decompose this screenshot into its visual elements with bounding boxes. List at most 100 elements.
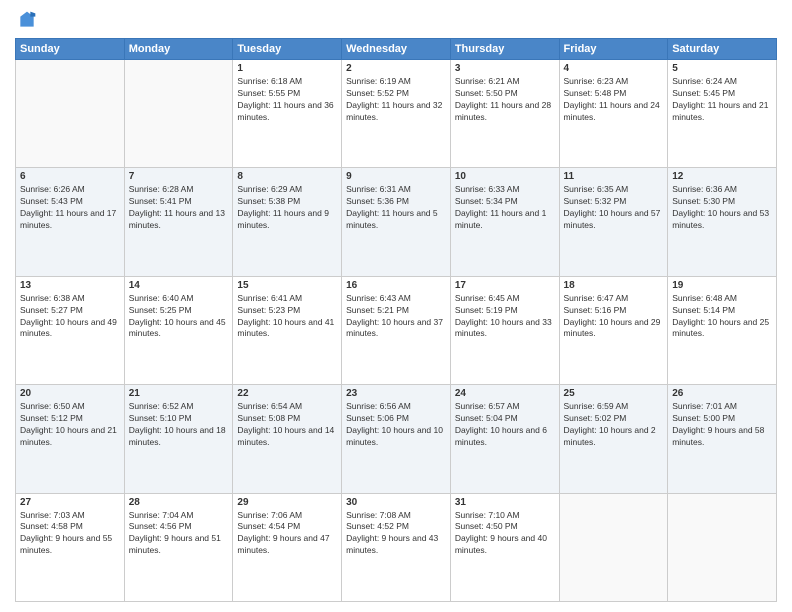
calendar-cell: 15 Sunrise: 6:41 AMSunset: 5:23 PMDayligh…: [233, 276, 342, 384]
calendar-cell: 8Sunrise: 6:29 AMSunset: 5:38 PMDaylight…: [233, 168, 342, 276]
day-info: Sunrise: 6:40 AMSunset: 5:25 PMDaylight:…: [129, 293, 229, 341]
day-number: 17: [455, 280, 555, 291]
weekday-header-row: SundayMondayTuesdayWednesdayThursdayFrid…: [16, 39, 777, 60]
day-info: Sunrise: 6:28 AMSunset: 5:41 PMDaylight:…: [129, 184, 229, 232]
calendar-cell: 28 Sunrise: 7:04 AMSunset: 4:56 PMDayligh…: [124, 493, 233, 601]
day-number: 18: [564, 280, 664, 291]
weekday-header-friday: Friday: [559, 39, 668, 60]
week-row-3: 13 Sunrise: 6:38 AMSunset: 5:27 PMDayligh…: [16, 276, 777, 384]
day-number: 19: [672, 280, 772, 291]
day-info: Sunrise: 6:26 AMSunset: 5:43 PMDaylight:…: [20, 184, 120, 232]
day-number: 7: [129, 171, 229, 182]
calendar-cell: 23 Sunrise: 6:56 AMSunset: 5:06 PMDayligh…: [342, 385, 451, 493]
day-info: Sunrise: 6:36 AMSunset: 5:30 PMDaylight:…: [672, 184, 772, 232]
week-row-4: 20Sunrise: 6:50 AMSunset: 5:12 PMDayligh…: [16, 385, 777, 493]
day-number: 22: [237, 388, 337, 399]
day-info: Sunrise: 6:31 AMSunset: 5:36 PMDaylight:…: [346, 184, 446, 232]
calendar-cell: 19 Sunrise: 6:48 AMSunset: 5:14 PMDayligh…: [668, 276, 777, 384]
day-number: 2: [346, 63, 446, 74]
day-info: Sunrise: 6:21 AMSunset: 5:50 PMDaylight:…: [455, 76, 555, 124]
day-info: Sunrise: 6:24 AMSunset: 5:45 PMDaylight:…: [672, 76, 772, 124]
day-number: 8: [237, 171, 337, 182]
day-number: 3: [455, 63, 555, 74]
day-number: 15: [237, 280, 337, 291]
calendar-cell: 9 Sunrise: 6:31 AMSunset: 5:36 PMDaylight…: [342, 168, 451, 276]
calendar-cell: 6Sunrise: 6:26 AMSunset: 5:43 PMDaylight…: [16, 168, 125, 276]
calendar-cell: 5 Sunrise: 6:24 AMSunset: 5:45 PMDaylight…: [668, 60, 777, 168]
day-info: Sunrise: 6:54 AMSunset: 5:08 PMDaylight:…: [237, 401, 337, 449]
calendar-cell: 18 Sunrise: 6:47 AMSunset: 5:16 PMDayligh…: [559, 276, 668, 384]
calendar-cell: [16, 60, 125, 168]
weekday-header-thursday: Thursday: [450, 39, 559, 60]
day-number: 16: [346, 280, 446, 291]
calendar-cell: [668, 493, 777, 601]
day-info: Sunrise: 6:47 AMSunset: 5:16 PMDaylight:…: [564, 293, 664, 341]
logo: [15, 10, 37, 30]
weekday-header-wednesday: Wednesday: [342, 39, 451, 60]
day-info: Sunrise: 7:04 AMSunset: 4:56 PMDaylight:…: [129, 510, 229, 558]
weekday-header-tuesday: Tuesday: [233, 39, 342, 60]
day-info: Sunrise: 6:23 AMSunset: 5:48 PMDaylight:…: [564, 76, 664, 124]
day-number: 1: [237, 63, 337, 74]
day-info: Sunrise: 6:19 AMSunset: 5:52 PMDaylight:…: [346, 76, 446, 124]
day-number: 20: [20, 388, 120, 399]
week-row-2: 6Sunrise: 6:26 AMSunset: 5:43 PMDaylight…: [16, 168, 777, 276]
day-info: Sunrise: 6:38 AMSunset: 5:27 PMDaylight:…: [20, 293, 120, 341]
calendar-cell: [124, 60, 233, 168]
day-info: Sunrise: 6:41 AMSunset: 5:23 PMDaylight:…: [237, 293, 337, 341]
calendar-cell: 2 Sunrise: 6:19 AMSunset: 5:52 PMDaylight…: [342, 60, 451, 168]
day-number: 31: [455, 497, 555, 508]
day-info: Sunrise: 7:03 AMSunset: 4:58 PMDaylight:…: [20, 510, 120, 558]
day-number: 29: [237, 497, 337, 508]
calendar-cell: 20Sunrise: 6:50 AMSunset: 5:12 PMDayligh…: [16, 385, 125, 493]
day-number: 5: [672, 63, 772, 74]
calendar-cell: 21 Sunrise: 6:52 AMSunset: 5:10 PMDayligh…: [124, 385, 233, 493]
day-info: Sunrise: 6:48 AMSunset: 5:14 PMDaylight:…: [672, 293, 772, 341]
calendar-cell: 12Sunrise: 6:36 AMSunset: 5:30 PMDayligh…: [668, 168, 777, 276]
day-info: Sunrise: 6:57 AMSunset: 5:04 PMDaylight:…: [455, 401, 555, 449]
calendar-cell: 1 Sunrise: 6:18 AMSunset: 5:55 PMDaylight…: [233, 60, 342, 168]
day-number: 27: [20, 497, 120, 508]
day-number: 26: [672, 388, 772, 399]
day-number: 30: [346, 497, 446, 508]
day-number: 25: [564, 388, 664, 399]
day-info: Sunrise: 7:10 AMSunset: 4:50 PMDaylight:…: [455, 510, 555, 558]
calendar-cell: 14 Sunrise: 6:40 AMSunset: 5:25 PMDayligh…: [124, 276, 233, 384]
day-number: 23: [346, 388, 446, 399]
day-number: 11: [564, 171, 664, 182]
calendar-cell: 26 Sunrise: 7:01 AMSunset: 5:00 PMDayligh…: [668, 385, 777, 493]
calendar-cell: 27 Sunrise: 7:03 AMSunset: 4:58 PMDayligh…: [16, 493, 125, 601]
day-info: Sunrise: 6:59 AMSunset: 5:02 PMDaylight:…: [564, 401, 664, 449]
day-number: 21: [129, 388, 229, 399]
calendar-cell: 13 Sunrise: 6:38 AMSunset: 5:27 PMDayligh…: [16, 276, 125, 384]
calendar-cell: 3 Sunrise: 6:21 AMSunset: 5:50 PMDaylight…: [450, 60, 559, 168]
day-number: 9: [346, 171, 446, 182]
day-info: Sunrise: 6:52 AMSunset: 5:10 PMDaylight:…: [129, 401, 229, 449]
calendar-cell: 22 Sunrise: 6:54 AMSunset: 5:08 PMDayligh…: [233, 385, 342, 493]
calendar-table: SundayMondayTuesdayWednesdayThursdayFrid…: [15, 38, 777, 602]
calendar-cell: 11Sunrise: 6:35 AMSunset: 5:32 PMDayligh…: [559, 168, 668, 276]
day-info: Sunrise: 7:06 AMSunset: 4:54 PMDaylight:…: [237, 510, 337, 558]
day-info: Sunrise: 6:18 AMSunset: 5:55 PMDaylight:…: [237, 76, 337, 124]
day-info: Sunrise: 6:33 AMSunset: 5:34 PMDaylight:…: [455, 184, 555, 232]
day-info: Sunrise: 6:45 AMSunset: 5:19 PMDaylight:…: [455, 293, 555, 341]
calendar-cell: 7 Sunrise: 6:28 AMSunset: 5:41 PMDaylight…: [124, 168, 233, 276]
day-info: Sunrise: 7:01 AMSunset: 5:00 PMDaylight:…: [672, 401, 772, 449]
day-number: 14: [129, 280, 229, 291]
weekday-header-saturday: Saturday: [668, 39, 777, 60]
calendar-cell: 24Sunrise: 6:57 AMSunset: 5:04 PMDayligh…: [450, 385, 559, 493]
calendar-cell: 4 Sunrise: 6:23 AMSunset: 5:48 PMDaylight…: [559, 60, 668, 168]
weekday-header-monday: Monday: [124, 39, 233, 60]
weekday-header-sunday: Sunday: [16, 39, 125, 60]
day-number: 13: [20, 280, 120, 291]
day-info: Sunrise: 7:08 AMSunset: 4:52 PMDaylight:…: [346, 510, 446, 558]
calendar-cell: 31 Sunrise: 7:10 AMSunset: 4:50 PMDayligh…: [450, 493, 559, 601]
day-number: 28: [129, 497, 229, 508]
week-row-5: 27 Sunrise: 7:03 AMSunset: 4:58 PMDayligh…: [16, 493, 777, 601]
day-number: 10: [455, 171, 555, 182]
day-info: Sunrise: 6:56 AMSunset: 5:06 PMDaylight:…: [346, 401, 446, 449]
calendar-cell: 16Sunrise: 6:43 AMSunset: 5:21 PMDayligh…: [342, 276, 451, 384]
calendar-cell: 30 Sunrise: 7:08 AMSunset: 4:52 PMDayligh…: [342, 493, 451, 601]
calendar-cell: 25 Sunrise: 6:59 AMSunset: 5:02 PMDayligh…: [559, 385, 668, 493]
day-number: 4: [564, 63, 664, 74]
